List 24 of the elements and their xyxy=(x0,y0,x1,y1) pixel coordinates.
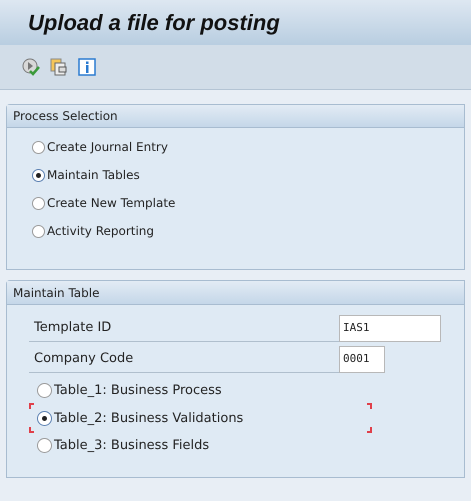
input-field[interactable]: IAS1 xyxy=(339,315,441,342)
documents-icon[interactable] xyxy=(50,58,68,76)
radio-button[interactable] xyxy=(37,383,52,398)
page-title: Upload a file for posting xyxy=(28,9,280,37)
radio-button[interactable] xyxy=(37,438,52,454)
radio-label[interactable]: Table_2: Business Validations xyxy=(54,408,244,428)
radio-label[interactable]: Activity Reporting xyxy=(47,222,154,240)
execute-icon[interactable] xyxy=(22,58,40,76)
field-label: Template ID xyxy=(34,319,112,338)
radio-label[interactable]: Create New Template xyxy=(47,194,176,212)
group-title: Maintain Table xyxy=(13,284,100,302)
radio-button[interactable] xyxy=(32,140,45,154)
radio-label[interactable]: Maintain Tables xyxy=(47,166,140,184)
radio-button[interactable] xyxy=(32,168,45,182)
group-title: Process Selection xyxy=(13,108,118,125)
radio-label[interactable]: Create Journal Entry xyxy=(47,138,168,156)
info-icon[interactable] xyxy=(78,58,96,76)
radio-button[interactable] xyxy=(37,410,52,426)
input-field[interactable]: 0001 xyxy=(339,346,385,373)
radio-button[interactable] xyxy=(32,224,45,238)
radio-label[interactable]: Table_3: Business Fields xyxy=(54,436,210,456)
radio-button[interactable] xyxy=(32,196,45,210)
radio-label[interactable]: Table_1: Business Process xyxy=(54,381,222,400)
field-label: Company Code xyxy=(34,350,134,368)
